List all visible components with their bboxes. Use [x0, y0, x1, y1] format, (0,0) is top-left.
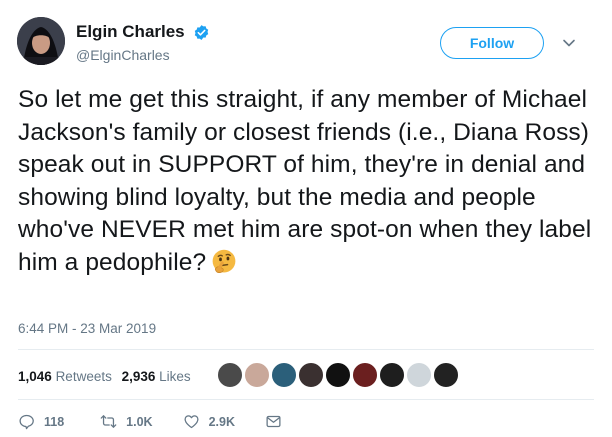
- liker-avatar[interactable]: [217, 362, 243, 388]
- retweets-label: Retweets: [55, 369, 112, 384]
- likes-stat[interactable]: 2,936 Likes: [122, 369, 191, 384]
- tweet-body: So let me get this straight, if any memb…: [18, 86, 592, 276]
- liker-avatars: [217, 362, 460, 390]
- liker-avatar[interactable]: [271, 362, 297, 388]
- likes-count: 2,936: [121, 369, 156, 384]
- retweet-action[interactable]: 1.0K: [100, 413, 153, 430]
- envelope-icon: [266, 415, 281, 428]
- tweet-text: So let me get this straight, if any memb…: [18, 84, 598, 279]
- tweet-card: Elgin Charles @ElginCharles Follow So le…: [0, 0, 612, 437]
- retweet-count: 1.0K: [126, 414, 153, 429]
- liker-avatar[interactable]: [433, 362, 459, 388]
- reply-action[interactable]: 118: [18, 413, 64, 430]
- avatar-image: [17, 17, 65, 65]
- retweets-count: 1,046: [18, 369, 52, 384]
- retweets-stat[interactable]: 1,046 Retweets: [18, 369, 112, 384]
- verified-badge-icon: [194, 24, 209, 40]
- divider: [18, 399, 594, 400]
- tweet-stats: 1,046 Retweets 2,936 Likes: [18, 369, 191, 384]
- likes-label: Likes: [159, 369, 191, 384]
- liker-avatar[interactable]: [325, 362, 351, 388]
- user-handle[interactable]: @ElginCharles: [76, 47, 210, 63]
- liker-avatar[interactable]: [406, 362, 432, 388]
- like-count: 2.9K: [208, 414, 235, 429]
- like-action[interactable]: 2.9K: [183, 413, 235, 430]
- chevron-down-icon[interactable]: [562, 36, 576, 50]
- user-info: Elgin Charles @ElginCharles: [76, 22, 210, 63]
- avatar[interactable]: [17, 17, 65, 65]
- heart-icon: [184, 415, 199, 429]
- liker-avatar[interactable]: [379, 362, 405, 388]
- reply-icon: [19, 414, 34, 430]
- retweet-icon: [100, 415, 117, 428]
- follow-button[interactable]: Follow: [440, 27, 544, 59]
- liker-avatar[interactable]: [244, 362, 270, 388]
- reply-count: 118: [44, 414, 65, 429]
- direct-message-action[interactable]: [265, 413, 282, 430]
- liker-avatar[interactable]: [298, 362, 324, 388]
- thinking-face-icon: [212, 249, 236, 273]
- divider: [18, 349, 594, 350]
- tweet-timestamp[interactable]: 6:44 PM - 23 Mar 2019: [18, 321, 156, 336]
- liker-avatar[interactable]: [352, 362, 378, 388]
- tweet-actions: 118 1.0K 2.9K: [18, 413, 282, 430]
- display-name[interactable]: Elgin Charles: [76, 22, 185, 42]
